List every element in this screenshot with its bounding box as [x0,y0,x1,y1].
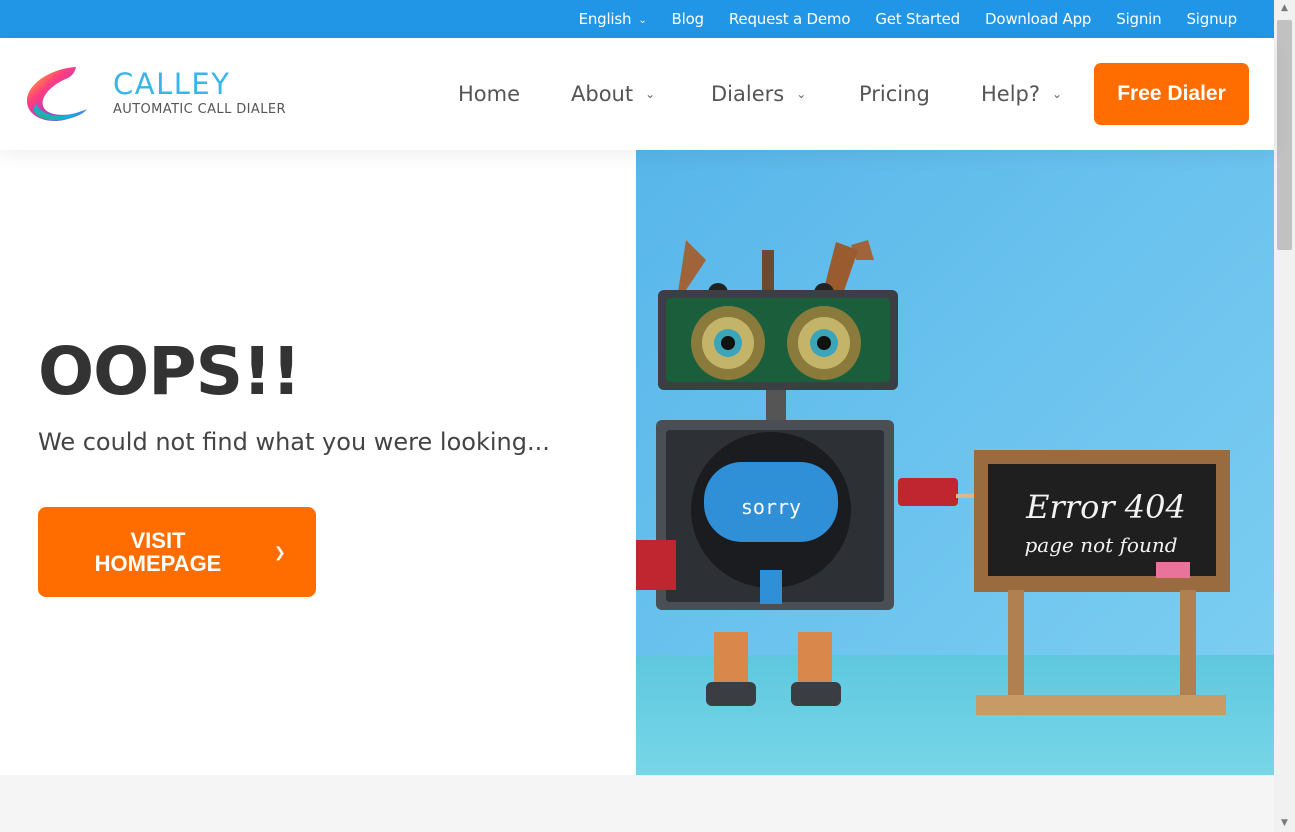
nav-item-label: Dialers [711,82,785,106]
nav-item-label: About [571,82,634,106]
language-selector[interactable]: English ⌄ [579,10,647,28]
main-header: CALLEY AUTOMATIC CALL DIALER Home About … [0,38,1274,150]
error-message: We could not find what you were looking.… [38,428,550,456]
topbar-link-signin[interactable]: Signin [1116,10,1161,28]
nav-item-dialers[interactable]: Dialers ⌄ [711,82,859,106]
calley-logo-icon [26,67,88,122]
robot-404-image: sorry Error 404 page not found [636,150,1274,775]
topbar-link-download-app[interactable]: Download App [985,10,1091,28]
footer-section [0,775,1274,832]
topbar-link-blog[interactable]: Blog [672,10,705,28]
top-utility-bar: English ⌄ Blog Request a Demo Get Starte… [0,0,1274,38]
nav-item-label: Pricing [859,82,930,106]
page-scrollbar[interactable]: ▲ ▼ [1274,0,1295,832]
brand-tagline: AUTOMATIC CALL DIALER [113,102,286,117]
free-dialer-button[interactable]: Free Dialer [1094,63,1249,125]
nav-item-help[interactable]: Help? ⌄ [981,82,1062,106]
button-line-1: VISIT [130,528,186,553]
visit-homepage-button[interactable]: VISIT HOMEPAGE ❯ [38,507,316,597]
error-hero: OOPS!! We could not find what you were l… [0,150,1274,775]
page-title: OOPS!! [38,333,301,410]
topbar-link-get-started[interactable]: Get Started [875,10,960,28]
nav-item-label: Help? [981,82,1041,106]
scroll-up-arrow-icon[interactable]: ▲ [1274,0,1295,17]
chevron-down-icon: ⌄ [796,87,807,101]
brand-logo[interactable]: CALLEY AUTOMATIC CALL DIALER [24,64,294,126]
chevron-down-icon: ⌄ [1052,87,1063,101]
chalkboard-line-2: page not found [1024,533,1177,557]
chevron-down-icon: ⌄ [645,87,656,101]
scroll-down-arrow-icon[interactable]: ▼ [1274,815,1295,832]
chevron-right-icon: ❯ [274,543,286,560]
button-line-2: HOMEPAGE [94,551,222,576]
chevron-down-icon: ⌄ [638,14,647,26]
nav-item-home[interactable]: Home [458,82,571,106]
topbar-link-signup[interactable]: Signup [1186,10,1237,28]
main-nav: Home About ⌄ Dialers ⌄ Pricing Help? ⌄ [458,76,1062,112]
visit-homepage-label: VISIT HOMEPAGE [38,529,278,575]
scrollbar-thumb[interactable] [1277,20,1292,250]
nav-item-about[interactable]: About ⌄ [571,82,711,106]
language-label: English [578,10,632,28]
robot-illustration: sorry Error 404 page not found [636,150,1274,775]
brand-name: CALLEY [113,67,231,101]
robot-screen-text: sorry [741,495,801,519]
topbar-link-request-demo[interactable]: Request a Demo [729,10,851,28]
hero-text-column: OOPS!! We could not find what you were l… [0,150,636,775]
nav-item-pricing[interactable]: Pricing [859,82,981,106]
nav-item-label: Home [458,82,521,106]
chalkboard-line-1: Error 404 [1025,488,1186,526]
